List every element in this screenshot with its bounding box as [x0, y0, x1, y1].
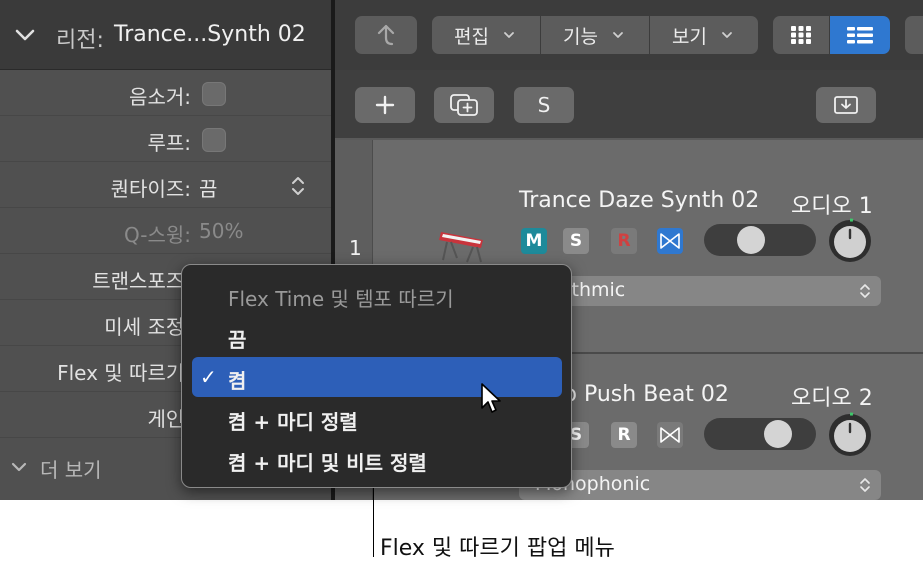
region-label: 리전: [56, 28, 104, 53]
tracks-toolbar: 편집 기능 보기 [335, 0, 923, 70]
record-enable-button[interactable]: R [611, 228, 637, 254]
mute-checkbox[interactable] [202, 82, 226, 106]
plus-icon [375, 95, 395, 115]
mute-row: 음소거: [0, 70, 331, 116]
duplicate-track-button[interactable] [434, 87, 494, 123]
edit-label: 편집 [454, 25, 489, 48]
volume-fader[interactable] [704, 224, 816, 256]
track-header-actions: S [335, 70, 923, 138]
more-label: 더 보기 [40, 458, 102, 482]
fader-handle[interactable] [737, 226, 765, 254]
flex-follow-popup-menu: Flex Time 및 템포 따르기 끔 ✓ 켬 켬 + 마디 정렬 켬 + 마… [181, 264, 572, 488]
function-label: 기능 [563, 25, 598, 48]
record-enable-button[interactable]: R [611, 422, 637, 448]
list-icon [847, 27, 873, 44]
arrow-up-icon [377, 24, 395, 46]
menu-segmented-control: 편집 기능 보기 [432, 16, 758, 54]
menu-header-label: Flex Time 및 템포 따르기 [228, 287, 454, 311]
flex-waveform-icon [660, 233, 680, 249]
flex-algorithm-select[interactable]: Rhythmic [519, 276, 881, 306]
fader-handle[interactable] [764, 420, 792, 448]
menu-item-on-bar-snap[interactable]: 켬 + 마디 정렬 [192, 398, 562, 438]
solo-button[interactable]: S [514, 87, 574, 123]
download-button[interactable] [816, 87, 876, 123]
flex-toggle-button[interactable] [657, 422, 683, 448]
updown-chevron-icon [860, 284, 870, 298]
updown-chevron-icon [860, 478, 870, 492]
chevron-down-icon [613, 32, 623, 38]
keyboard-synth-icon [439, 232, 483, 263]
output-channel: 오디오 2 [791, 386, 873, 411]
quantize-value[interactable]: 끔 [199, 173, 217, 202]
view-label: 보기 [672, 25, 707, 48]
flex-algorithm-select[interactable]: Monophonic [519, 470, 881, 500]
fine-tune-label: 미세 조정: [104, 315, 191, 339]
chevron-down-icon[interactable] [14, 24, 36, 46]
menu-item-label: 켬 [228, 369, 247, 393]
edit-menu-button[interactable]: 편집 [432, 16, 540, 54]
overflow-button[interactable] [905, 16, 923, 54]
record-label: R [617, 425, 631, 445]
mouse-pointer-icon [481, 383, 501, 413]
record-label: R [617, 231, 631, 251]
volume-fader[interactable] [704, 418, 816, 450]
menu-item-off[interactable]: 끔 [192, 316, 562, 356]
transpose-label: 트랜스포즈: [92, 269, 191, 293]
menu-item-on[interactable]: ✓ 켬 [192, 357, 562, 397]
track-number: 1 [349, 236, 362, 260]
function-menu-button[interactable]: 기능 [541, 16, 649, 54]
loop-checkbox[interactable] [202, 128, 226, 152]
track-name: Trance Daze Synth 02 [519, 188, 760, 213]
menu-item-label: 켬 + 마디 및 비트 정렬 [228, 451, 427, 475]
solo-label: S [569, 231, 583, 251]
q-swing-row: Q-스윙: 50% [0, 208, 331, 254]
q-swing-label: Q-스윙: [123, 223, 191, 247]
solo-button[interactable]: S [563, 228, 589, 254]
duplicate-icon [450, 94, 478, 116]
region-name: Trance...Synth 02 [114, 22, 306, 47]
chevron-down-icon [11, 462, 27, 472]
quantize-row[interactable]: 퀀타이즈: 끔 [0, 162, 331, 208]
pan-knob[interactable] [827, 412, 873, 458]
quantize-label: 퀀타이즈: [110, 177, 191, 201]
menu-item-on-bar-beat-snap[interactable]: 켬 + 마디 및 비트 정렬 [192, 439, 562, 479]
flex-toggle-button[interactable] [657, 228, 683, 254]
callout-line [373, 488, 374, 557]
view-menu-button[interactable]: 보기 [650, 16, 758, 54]
add-track-button[interactable] [355, 87, 415, 123]
chevron-down-icon [722, 32, 732, 38]
flex-waveform-icon [660, 427, 680, 443]
updown-chevron-icon[interactable] [290, 175, 306, 197]
solo-label: S [537, 93, 551, 117]
menu-header: Flex Time 및 템포 따르기 [192, 275, 562, 315]
mute-button[interactable]: M [521, 228, 547, 254]
grid-icon [791, 26, 811, 44]
inspector-header[interactable]: 리전: Trance...Synth 02 [0, 0, 331, 70]
q-swing-value: 50% [199, 219, 244, 243]
menu-item-label: 켬 + 마디 정렬 [228, 410, 358, 434]
mute-label: M [525, 231, 543, 251]
pan-knob[interactable] [827, 218, 873, 264]
mute-label: 음소거: [129, 85, 191, 109]
download-tray-icon [834, 96, 858, 114]
grid-view-button[interactable] [773, 16, 829, 54]
list-view-button[interactable] [830, 16, 890, 54]
loop-row: 루프: [0, 116, 331, 162]
output-channel: 오디오 1 [791, 194, 873, 219]
loop-label: 루프: [147, 131, 191, 155]
menu-item-label: 끔 [228, 328, 247, 352]
callout-label: Flex 및 따르기 팝업 메뉴 [380, 536, 615, 561]
back-up-button[interactable] [355, 16, 417, 54]
flex-follow-label: Flex 및 따르기: [57, 361, 191, 385]
checkmark-icon: ✓ [200, 365, 217, 389]
chevron-down-icon [504, 32, 514, 38]
